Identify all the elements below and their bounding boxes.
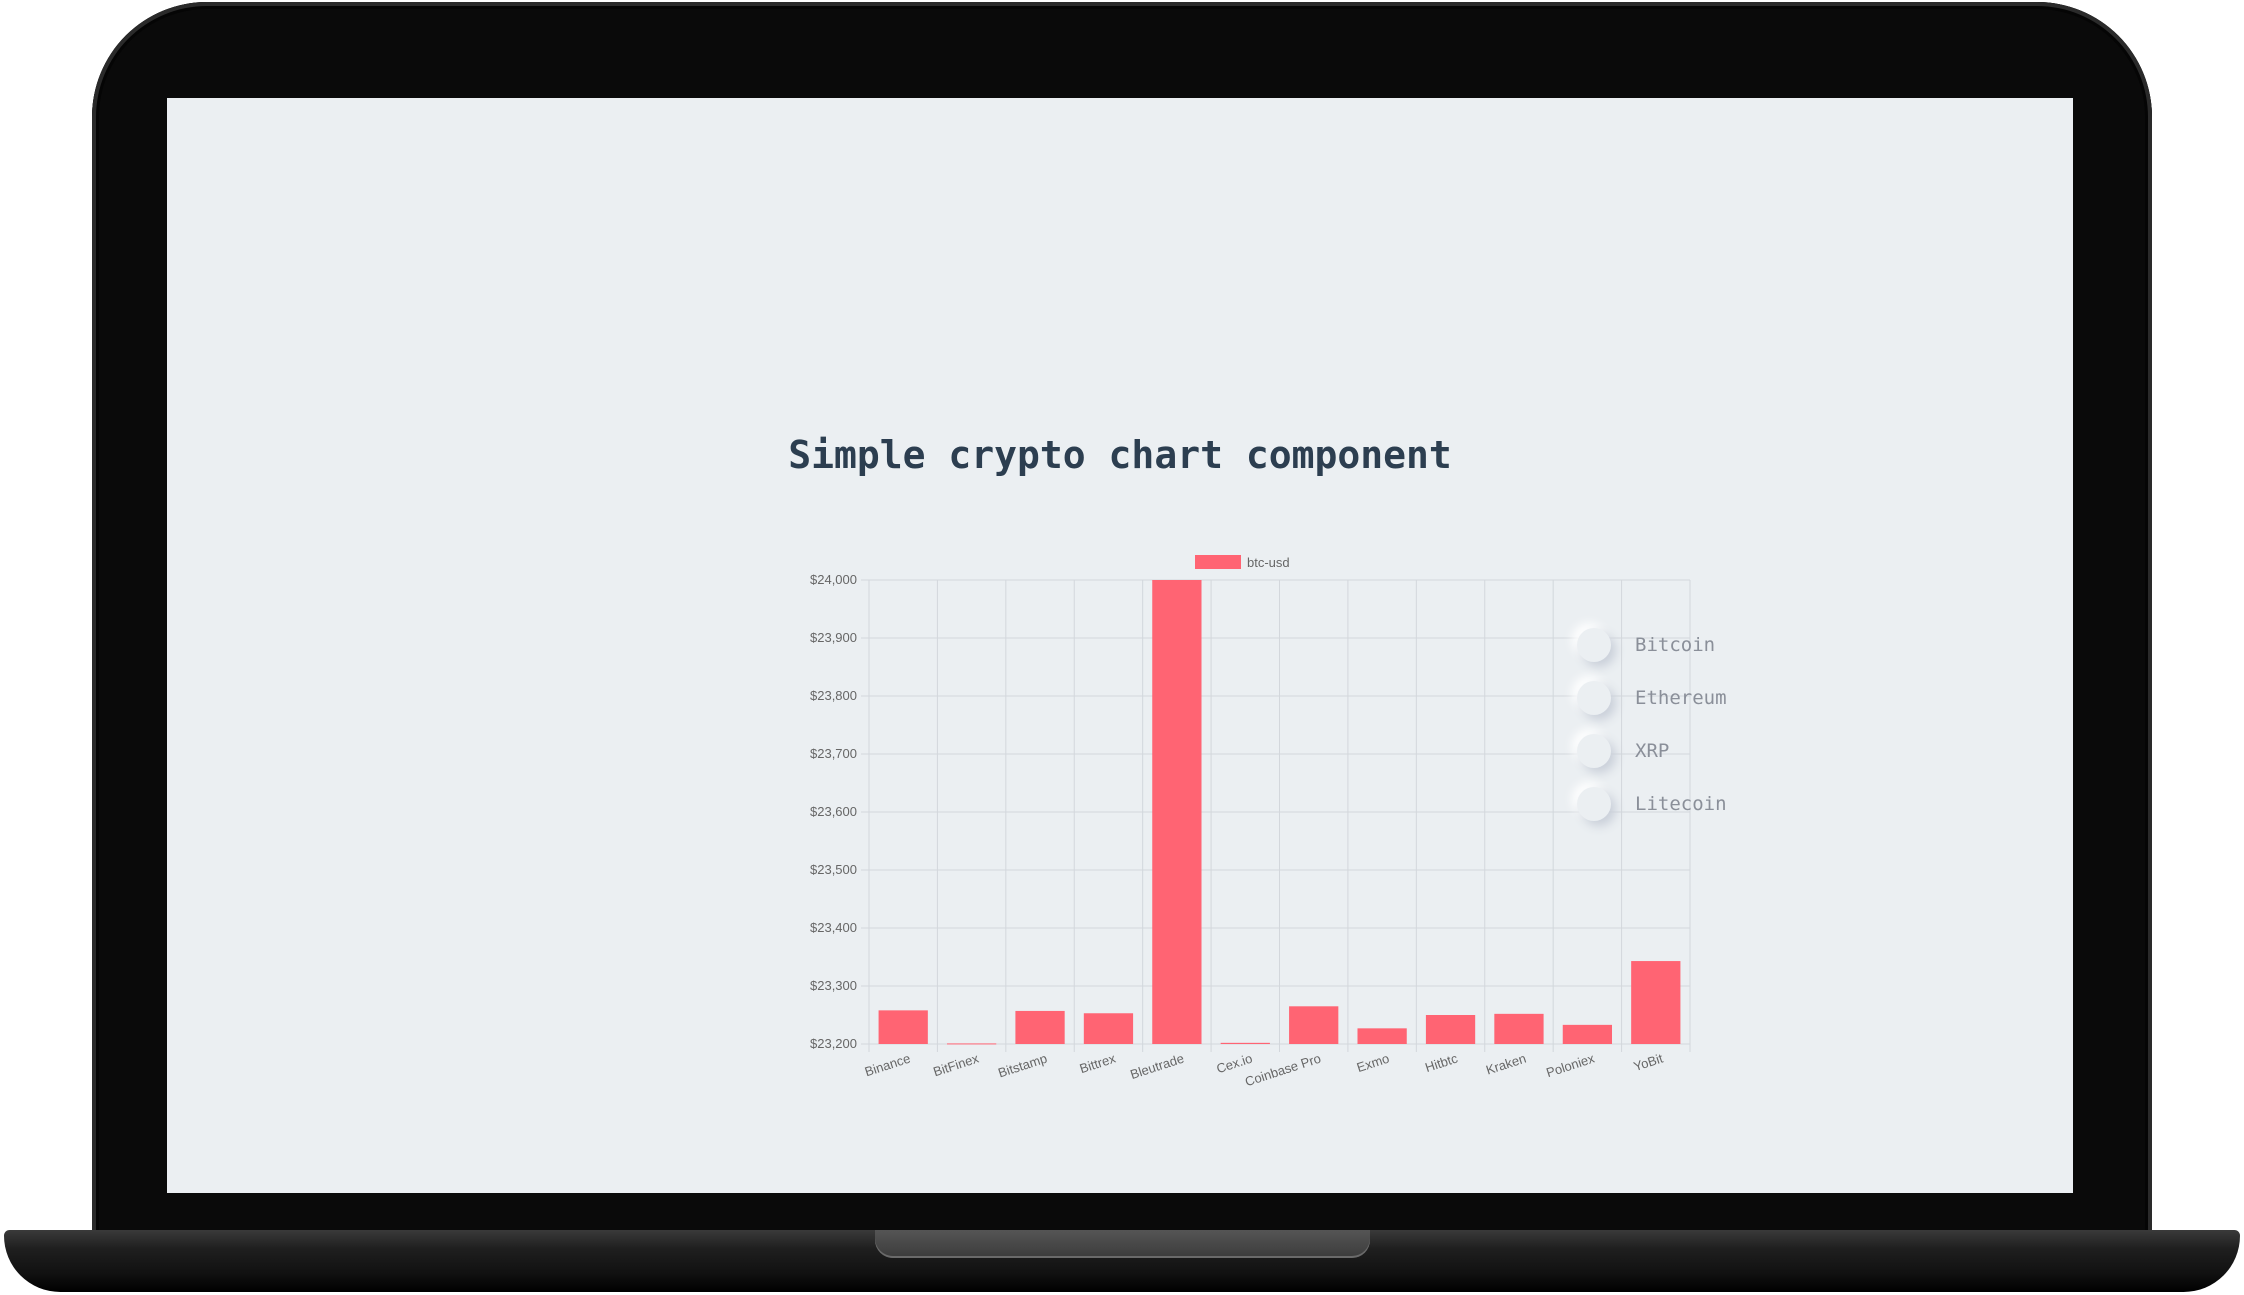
bar-bleutrade (1152, 580, 1202, 1044)
x-tick-label: Kraken (1484, 1051, 1528, 1078)
x-tick-label: Hitbtc (1423, 1050, 1460, 1075)
y-tick-label: $23,700 (810, 746, 857, 761)
price-bar-chart: $23,200 $23,300 $23,400 $23,500 $23,600 $23,7… (607, 443, 1707, 1123)
laptop-hinge-notch (875, 1230, 1370, 1258)
x-tick-label: BitFinex (931, 1050, 981, 1079)
bar-bitstamp (1015, 1010, 1065, 1044)
bar-yobit (1631, 961, 1681, 1044)
radio-button-icon[interactable] (1577, 680, 1611, 715)
x-tick-label: Binance (863, 1051, 912, 1080)
y-tick-label: $24,000 (810, 572, 857, 587)
radio-button-icon[interactable] (1577, 733, 1611, 768)
legend-label: btc-usd (1247, 555, 1290, 570)
y-tick-label: $23,900 (810, 630, 857, 645)
coin-option-label: Bitcoin (1635, 633, 1716, 656)
y-tick-label: $23,600 (810, 804, 857, 819)
coin-selector: Bitcoin Ethereum XRP Litecoin (1577, 618, 1727, 830)
coin-option-ethereum[interactable]: Ethereum (1577, 671, 1727, 724)
bar-bitfinex (946, 1043, 997, 1045)
laptop-frame: Simple crypto chart component $23,200 $23… (0, 0, 2244, 1295)
bar-binance (878, 1010, 928, 1044)
radio-button-icon[interactable] (1577, 786, 1611, 821)
x-tick-label: Poloniex (1544, 1050, 1597, 1080)
coin-option-label: XRP (1635, 739, 1670, 762)
bar-coinbase-pro (1289, 1006, 1339, 1044)
y-tick-label: $23,400 (810, 920, 857, 935)
bar-hitbtc (1425, 1015, 1476, 1044)
y-tick-label: $23,200 (810, 1036, 857, 1051)
y-tick-label: $23,800 (810, 688, 857, 703)
coin-option-label: Litecoin (1635, 792, 1727, 815)
x-tick-label: Bleutrade (1128, 1051, 1186, 1082)
coin-option-litecoin[interactable]: Litecoin (1577, 777, 1727, 830)
x-tick-label: Bittrex (1078, 1050, 1118, 1076)
radio-button-icon[interactable] (1577, 627, 1611, 662)
screen: Simple crypto chart component $23,200 $23… (167, 98, 2073, 1193)
x-tick-label: YoBit (1632, 1050, 1665, 1074)
bar-kraken (1494, 1013, 1544, 1044)
legend-swatch (1195, 555, 1241, 569)
bar-exmo (1357, 1028, 1407, 1044)
x-tick-label: Bitstamp (996, 1051, 1049, 1081)
coin-option-xrp[interactable]: XRP (1577, 724, 1727, 777)
x-tick-label: Coinbase Pro (1243, 1051, 1323, 1090)
coin-option-label: Ethereum (1635, 686, 1727, 709)
bar-bittrex (1083, 1013, 1134, 1044)
coin-option-bitcoin[interactable]: Bitcoin (1577, 618, 1727, 671)
y-tick-label: $23,500 (810, 862, 857, 877)
x-tick-label: Exmo (1355, 1051, 1391, 1076)
chart-svg: $23,200 $23,300 $23,400 $23,500 $23,600 $23,7… (810, 555, 1691, 1090)
y-tick-label: $23,300 (810, 978, 857, 993)
bar-cex-io (1220, 1042, 1270, 1044)
bar-poloniex (1562, 1024, 1613, 1044)
